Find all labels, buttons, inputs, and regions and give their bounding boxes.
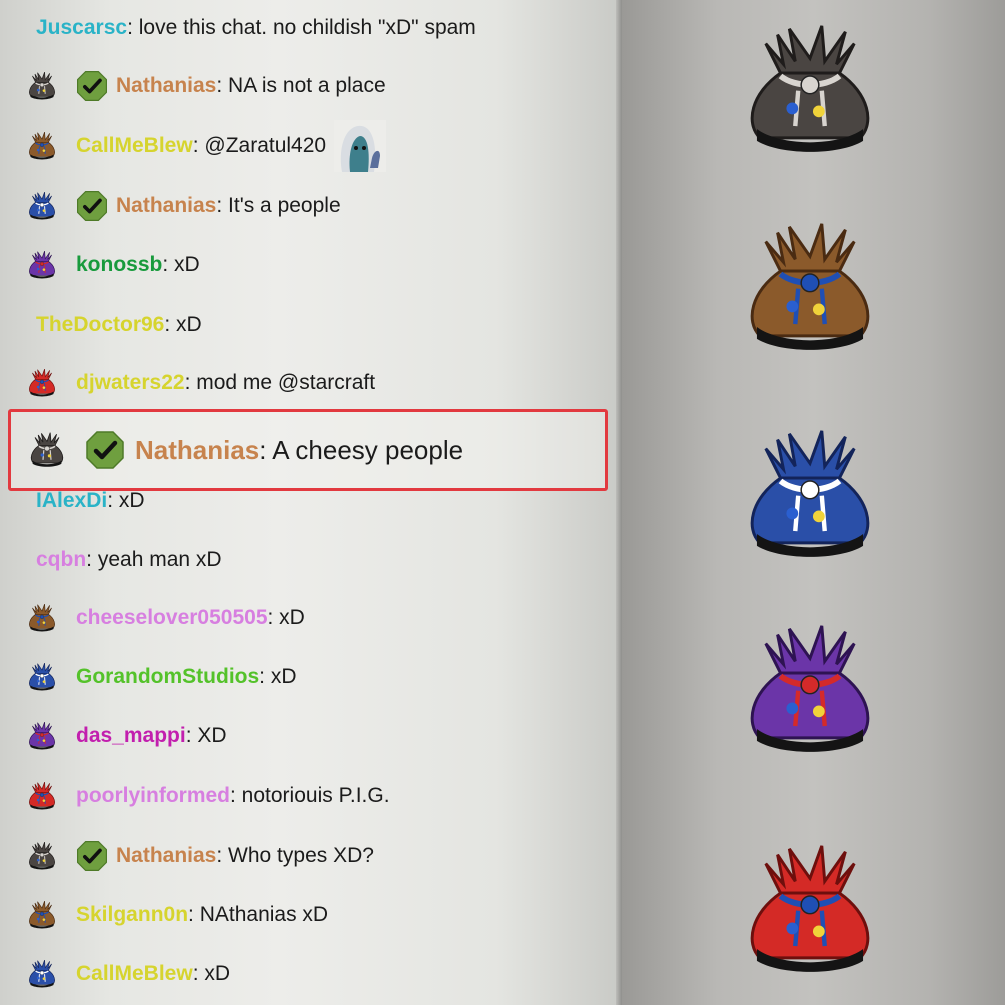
- chat-username[interactable]: CallMeBlew: [76, 962, 193, 986]
- chat-username[interactable]: das_mappi: [76, 724, 186, 748]
- chat-message: Juscarsc: love this chat. no childish "x…: [0, 8, 616, 48]
- chat-username[interactable]: GorandomStudios: [76, 665, 259, 689]
- chat-message: djwaters22: mod me @starcraft: [0, 363, 616, 403]
- chat-message-text: : NA is not a place: [216, 74, 386, 97]
- bag-black-icon: [22, 836, 62, 876]
- chat-message: konossb: xD: [0, 245, 616, 285]
- bag-brown-icon: [22, 598, 62, 638]
- bag-brown-icon: [735, 218, 885, 358]
- chat-username[interactable]: IAlexDi: [36, 489, 107, 513]
- chat-message-text: : xD: [164, 313, 202, 336]
- chat-panel: Juscarsc: love this chat. no childish "x…: [0, 0, 620, 1005]
- bag-red-icon: [22, 363, 62, 403]
- highlighted-chat-message: Nathanias: A cheesy people: [11, 430, 605, 470]
- moderator-badge-icon: [85, 430, 125, 470]
- chat-username[interactable]: cqbn: [36, 548, 86, 572]
- chat-message-text: : yeah man xD: [86, 548, 222, 571]
- bag-brown-icon: [22, 895, 62, 935]
- chat-message: TheDoctor96: xD: [0, 305, 616, 345]
- chat-message-text: : It's a people: [216, 194, 341, 217]
- bag-blue-icon: [735, 425, 885, 565]
- bag-purple-icon: [735, 620, 885, 760]
- bag-black-icon: [27, 430, 67, 470]
- chat-message: cheeselover050505: xD: [0, 598, 616, 638]
- bag-blue-icon: [22, 954, 62, 994]
- chat-username[interactable]: Nathanias: [116, 844, 216, 868]
- chat-message-text: : xD: [192, 962, 231, 985]
- chat-username[interactable]: CallMeBlew: [76, 134, 193, 158]
- chat-message: das_mappi: XD: [0, 716, 616, 756]
- chat-message-text: : XD: [185, 724, 227, 747]
- chat-message-text: : love this chat. no childish "xD" spam: [127, 16, 476, 39]
- chat-username[interactable]: Nathanias: [135, 435, 259, 466]
- chat-message: Skilgann0n: NAthanias xD: [0, 895, 616, 935]
- bag-purple-icon: [22, 245, 62, 285]
- chat-message: Nathanias: NA is not a place: [0, 66, 616, 106]
- chat-username[interactable]: poorlyinformed: [76, 784, 230, 808]
- chat-username[interactable]: TheDoctor96: [36, 313, 164, 337]
- chat-message-text: : xD: [107, 489, 145, 512]
- chat-message: cqbn: yeah man xD: [0, 540, 616, 580]
- chat-message-text: : Who types XD?: [216, 844, 374, 867]
- chat-username[interactable]: cheeselover050505: [76, 606, 268, 630]
- chat-message-text: : A cheesy people: [259, 434, 464, 465]
- chat-username[interactable]: Nathanias: [116, 194, 216, 218]
- bag-purple-icon: [22, 716, 62, 756]
- bag-black-icon: [22, 66, 62, 106]
- moderator-badge-icon: [76, 840, 108, 872]
- chat-message: Nathanias: It's a people: [0, 186, 616, 226]
- chat-message: CallMeBlew: @Zaratul420: [0, 120, 616, 172]
- chat-username[interactable]: konossb: [76, 253, 162, 277]
- chat-message-text: : notoriouis P.I.G.: [230, 784, 390, 807]
- chat-message-text: : xD: [267, 606, 305, 629]
- moderator-badge-icon: [76, 190, 108, 222]
- badge-panel: [622, 0, 1005, 1005]
- chat-message-text: : NAthanias xD: [188, 903, 329, 926]
- chat-message: CallMeBlew: xD: [0, 954, 616, 994]
- chat-username[interactable]: Skilgann0n: [76, 903, 188, 927]
- chat-message: GorandomStudios: xD: [0, 657, 616, 697]
- chat-username[interactable]: Juscarsc: [36, 16, 127, 40]
- highlighted-message-box: Nathanias: A cheesy people: [8, 409, 608, 491]
- bag-red-icon: [735, 840, 885, 980]
- emote-icon: [334, 120, 387, 172]
- moderator-badge-icon: [76, 70, 108, 102]
- chat-message-text: : xD: [259, 665, 297, 688]
- bag-blue-icon: [22, 657, 62, 697]
- chat-username[interactable]: Nathanias: [116, 74, 216, 98]
- bag-red-icon: [22, 776, 62, 816]
- chat-message-text: : @Zaratul420: [192, 134, 327, 157]
- chat-message-text: : xD: [162, 253, 200, 276]
- chat-message: poorlyinformed: notoriouis P.I.G.: [0, 776, 616, 816]
- chat-username[interactable]: djwaters22: [76, 371, 185, 395]
- bag-brown-icon: [22, 126, 62, 166]
- chat-message: Nathanias: Who types XD?: [0, 836, 616, 876]
- bag-blue-icon: [22, 186, 62, 226]
- chat-message-text: : mod me @starcraft: [184, 371, 376, 394]
- bag-black-icon: [735, 20, 885, 160]
